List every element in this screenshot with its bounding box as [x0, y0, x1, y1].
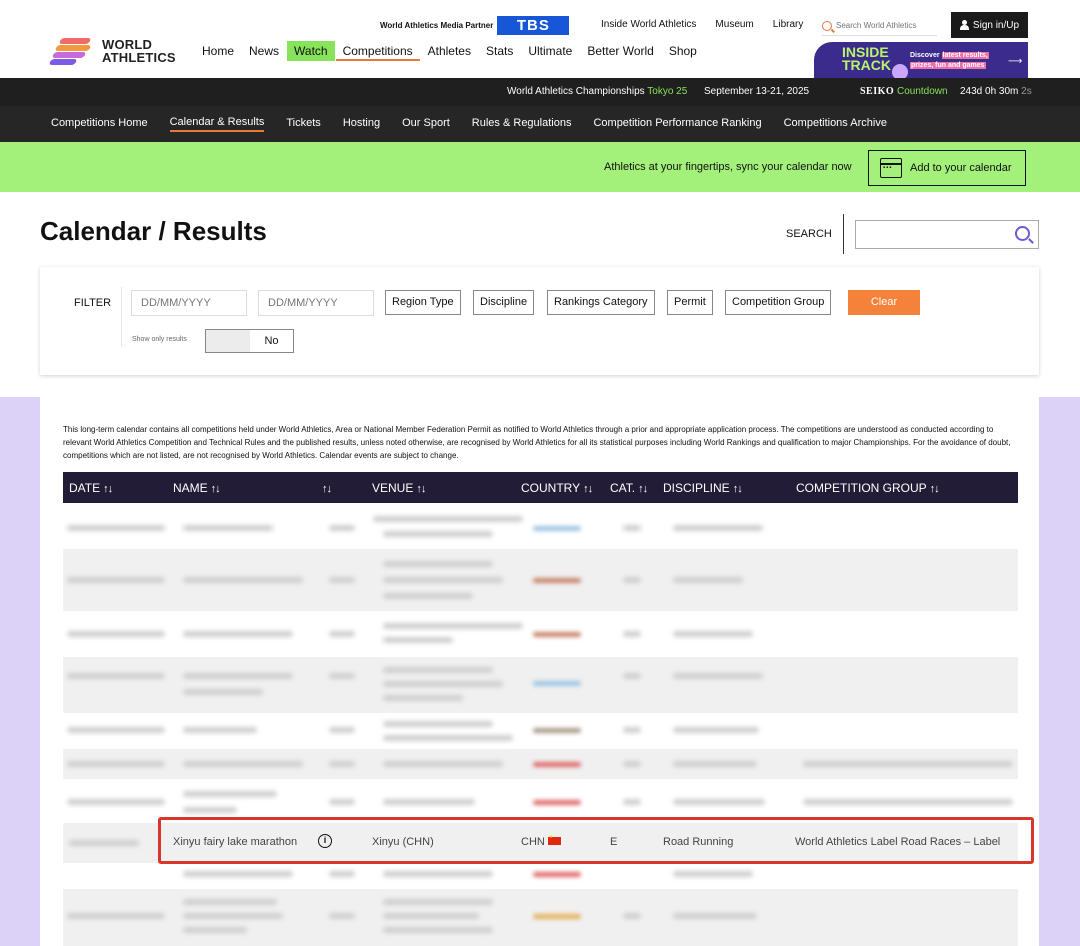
nav-competitions[interactable]: Competitions — [335, 41, 420, 61]
subnav-calendar-results[interactable]: Calendar & Results — [169, 116, 265, 132]
subnav-hosting[interactable]: Hosting — [343, 117, 380, 131]
col-country[interactable]: COUNTRY ↑↓ — [521, 481, 593, 495]
search-divider — [843, 214, 844, 254]
media-partner: World Athletics Media Partner TBS — [380, 16, 570, 35]
table-row-blurred[interactable] — [63, 863, 1018, 889]
col-name[interactable]: NAME ↑↓ — [173, 481, 221, 495]
toggle-knob — [206, 330, 250, 352]
ball-icon — [892, 64, 908, 78]
search-icon[interactable] — [1015, 226, 1030, 241]
calendar-sync-text: Athletics at your fingertips, sync your … — [604, 161, 852, 173]
filter-label: FILTER — [74, 297, 112, 309]
sort-icon: ↑↓ — [416, 483, 426, 495]
date-to-input[interactable] — [258, 290, 374, 316]
sort-icon: ↑↓ — [210, 483, 221, 495]
nav-stats[interactable]: Stats — [479, 41, 520, 61]
sort-icon: ↑↓ — [732, 483, 743, 495]
region-type-button[interactable]: Region Type — [385, 290, 461, 315]
calendar-search-input[interactable] — [856, 221, 1006, 248]
col-date[interactable]: DATE ↑↓ — [69, 481, 113, 495]
permit-button[interactable]: Permit — [667, 290, 713, 315]
col-info[interactable]: ↑↓ — [319, 481, 332, 495]
table-row-blurred[interactable] — [63, 549, 1018, 611]
nav-ultimate[interactable]: Ultimate — [521, 41, 579, 61]
add-to-calendar-label: Add to your calendar — [910, 162, 1012, 174]
subnav-performance-ranking[interactable]: Competition Performance Ranking — [593, 117, 761, 131]
table-row-blurred[interactable] — [63, 749, 1018, 779]
sort-icon: ↑↓ — [583, 483, 593, 495]
search-label: SEARCH — [786, 228, 832, 240]
header-search-input[interactable] — [836, 21, 931, 30]
calendar-search — [855, 220, 1039, 249]
tbs-logo[interactable]: TBS — [497, 16, 570, 35]
show-only-results-label: Show only results — [132, 336, 187, 343]
sort-icon: ↑↓ — [638, 483, 648, 495]
user-icon — [959, 20, 969, 30]
util-inside-world-athletics[interactable]: Inside World Athletics — [601, 19, 696, 30]
sort-icon: ↑↓ — [103, 483, 113, 495]
util-museum[interactable]: Museum — [715, 19, 753, 30]
col-category[interactable]: CAT. ↑↓ — [610, 481, 648, 495]
highlight-outline — [158, 817, 1034, 864]
competitions-sub-nav: Competitions Home Calendar & Results Tic… — [0, 106, 1080, 142]
logo-text: WORLD ATHLETICS — [102, 37, 176, 65]
subnav-our-sport[interactable]: Our Sport — [402, 117, 450, 131]
nav-shop[interactable]: Shop — [662, 41, 704, 61]
filter-panel: FILTER Region Type Discipline Rankings C… — [40, 267, 1039, 375]
signin-button[interactable]: Sign in/Up — [951, 12, 1028, 38]
nav-news[interactable]: News — [242, 41, 286, 61]
nav-home[interactable]: Home — [195, 41, 241, 61]
subnav-tickets[interactable]: Tickets — [286, 117, 320, 131]
table-row-blurred[interactable] — [63, 889, 1018, 946]
logo-mark-icon — [48, 36, 96, 66]
table-row-blurred[interactable] — [63, 657, 1018, 713]
seiko-countdown-label: SEIKO Countdown — [860, 86, 948, 97]
utility-nav: Inside World Athletics Museum Library — [601, 19, 803, 30]
clear-button[interactable]: Clear — [848, 290, 920, 315]
media-partner-label: World Athletics Media Partner — [380, 21, 494, 30]
col-competition-group[interactable]: COMPETITION GROUP ↑↓ — [796, 481, 940, 495]
inside-track-text: Discover latest results, prizes, fun and… — [910, 52, 989, 69]
show-only-results-toggle[interactable]: No — [205, 329, 294, 353]
championship-bar: World Athletics Championships Tokyo 25 S… — [0, 78, 1080, 106]
add-to-calendar-button[interactable]: Add to your calendar — [868, 150, 1026, 186]
nav-better-world[interactable]: Better World — [580, 41, 660, 61]
calendar-disclaimer: This long-term calendar contains all com… — [63, 425, 1011, 460]
search-icon[interactable] — [822, 20, 832, 31]
nav-athletes[interactable]: Athletes — [421, 41, 478, 61]
top-header: WORLD ATHLETICS Home News Watch Competit… — [0, 0, 1080, 78]
sort-icon: ↑↓ — [929, 483, 940, 495]
world-athletics-logo[interactable]: WORLD ATHLETICS — [48, 36, 176, 66]
page-title: Calendar / Results — [40, 216, 267, 246]
competition-group-button[interactable]: Competition Group — [725, 290, 832, 315]
calendar-icon — [880, 158, 902, 178]
subnav-rules-regulations[interactable]: Rules & Regulations — [472, 117, 572, 131]
inside-track-banner[interactable]: INSIDE TRACK Discover latest results, pr… — [814, 42, 1028, 78]
header-search — [822, 16, 937, 36]
countdown-timer: 243d 0h 30m 2s — [960, 86, 1032, 97]
championship-event[interactable]: World Athletics Championships Tokyo 25 — [507, 86, 687, 97]
sort-icon: ↑↓ — [322, 483, 332, 495]
table-header: DATE ↑↓ NAME ↑↓ ↑↓ VENUE ↑↓ COUNTRY ↑↓ CAT. ↑… — [63, 472, 1018, 503]
subnav-competitions-archive[interactable]: Competitions Archive — [784, 117, 887, 131]
nav-watch[interactable]: Watch — [287, 41, 335, 61]
signin-label: Sign in/Up — [972, 19, 1020, 31]
table-row-blurred[interactable] — [63, 611, 1018, 657]
filter-divider — [121, 287, 122, 347]
rankings-category-button[interactable]: Rankings Category — [547, 290, 655, 315]
calendar-sync-banner: Athletics at your fingertips, sync your … — [0, 142, 1080, 192]
col-venue[interactable]: VENUE ↑↓ — [372, 481, 426, 495]
arrow-right-icon: ⟶ — [1008, 56, 1023, 67]
subnav-competitions-home[interactable]: Competitions Home — [51, 117, 148, 131]
col-discipline[interactable]: DISCIPLINE ↑↓ — [663, 481, 743, 495]
main-nav: Home News Watch Competitions Athletes St… — [195, 41, 705, 61]
discipline-button[interactable]: Discipline — [473, 290, 535, 315]
util-library[interactable]: Library — [773, 19, 804, 30]
championship-dates: September 13-21, 2025 — [704, 86, 810, 97]
toggle-value: No — [264, 335, 279, 347]
date-from-input[interactable] — [131, 290, 247, 316]
inside-track-title: INSIDE TRACK — [842, 44, 891, 73]
